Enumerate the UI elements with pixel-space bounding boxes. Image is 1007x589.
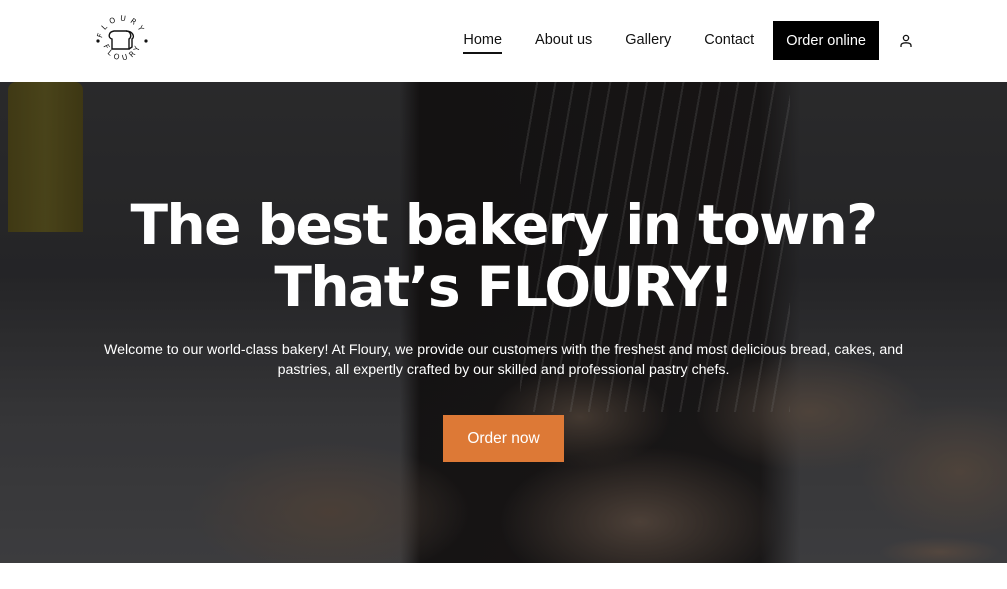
- below-hero-area: [0, 563, 1007, 589]
- user-icon[interactable]: [899, 33, 913, 49]
- svg-text:FLOURY: FLOURY: [95, 14, 148, 39]
- bread-loaf-icon: FLOURY FLOURY: [95, 14, 148, 63]
- logo-text-bottom: FLOURY: [101, 41, 139, 62]
- hero-content: The best bakery in town? That’s FLOURY! …: [0, 82, 1007, 563]
- hero-title-line-1: The best bakery in town?: [130, 193, 878, 257]
- nav-about-us[interactable]: About us: [535, 21, 592, 60]
- main-nav: Home About us Gallery Contact Order onli…: [463, 21, 913, 60]
- nav-home[interactable]: Home: [463, 21, 502, 60]
- order-online-button[interactable]: Order online: [773, 21, 879, 60]
- hero-section: The best bakery in town? That’s FLOURY! …: [0, 82, 1007, 563]
- nav-gallery[interactable]: Gallery: [625, 21, 671, 60]
- floury-logo[interactable]: FLOURY FLOURY: [93, 12, 151, 70]
- logo-text-top: FLOURY: [95, 14, 143, 39]
- svg-text:FLOURY: FLOURY: [101, 41, 143, 62]
- hero-title-line-2: That’s FLOURY!: [274, 255, 734, 319]
- site-header: FLOURY FLOURY Home About us Gallery Cont…: [0, 0, 1007, 82]
- hero-title: The best bakery in town? That’s FLOURY!: [0, 194, 1007, 318]
- nav-contact[interactable]: Contact: [704, 21, 754, 60]
- order-now-button[interactable]: Order now: [443, 415, 564, 462]
- hero-description: Welcome to our world-class bakery! At Fl…: [103, 342, 904, 378]
